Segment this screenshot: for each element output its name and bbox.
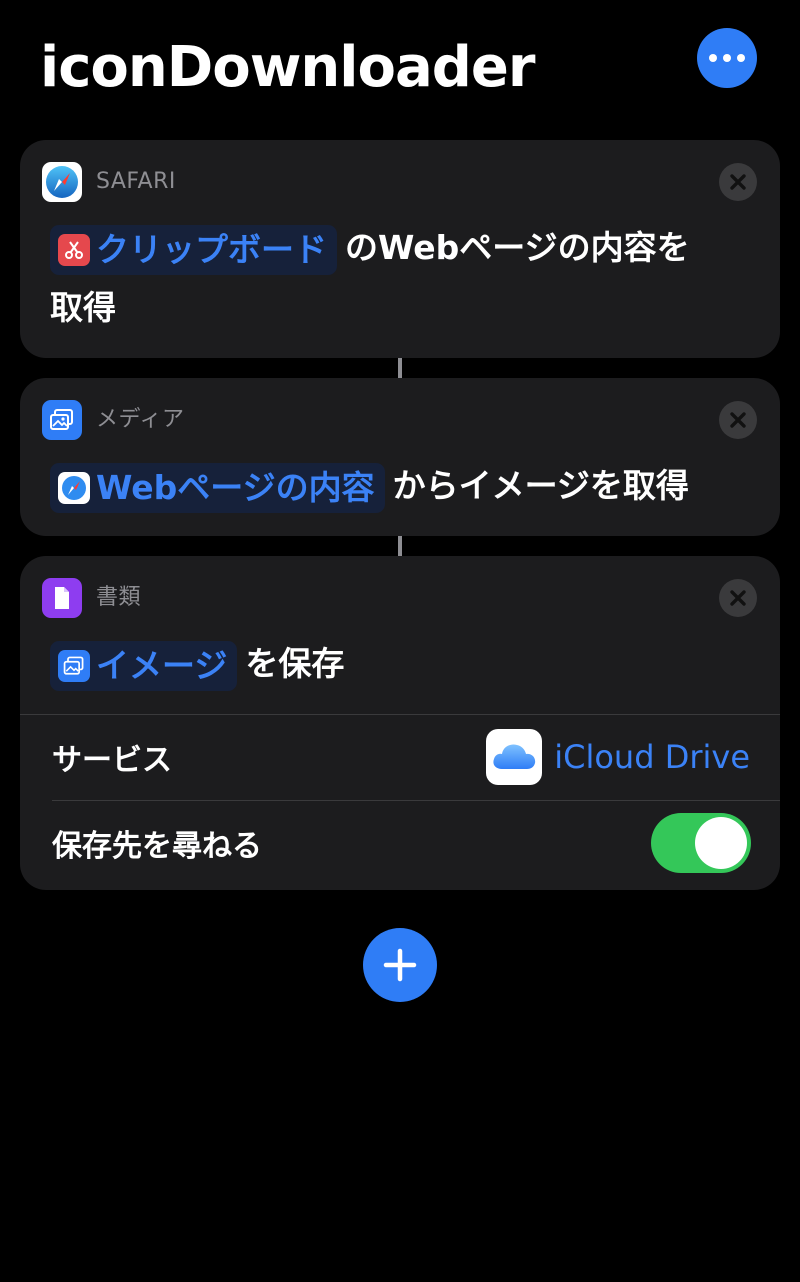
icloud-icon [486,729,543,785]
close-button[interactable] [719,163,757,201]
action-card-documents[interactable]: 書類 イメージ を保存 サービス iCloud Drive 保存先を尋ねる [20,556,780,890]
service-row[interactable]: サービス iCloud Drive [20,714,780,800]
token-label: クリップボード [96,229,327,269]
shortcut-editor: iconDownloader SAFARI クリップボード のWebページの内容… [0,0,800,1282]
service-picker[interactable]: iCloud Drive [486,729,750,785]
close-icon [730,174,746,190]
variable-token-web-content[interactable]: Webページの内容 [50,462,385,513]
variable-token-image[interactable]: イメージ [50,640,238,691]
safari-compass-icon [58,471,90,504]
ellipsis-icon [723,54,731,62]
header: iconDownloader [0,0,800,130]
plus-icon [383,948,417,982]
connector-line [398,358,402,378]
action-description: を保存 [245,644,345,683]
variable-token-clipboard[interactable]: クリップボード [50,224,337,275]
connector-line [398,536,402,556]
ellipsis-icon [737,54,745,62]
action-text: イメージ を保存 [50,634,752,694]
app-label: SAFARI [96,169,176,194]
document-icon [42,578,82,618]
action-text: Webページの内容 からイメージを取得 [50,456,752,516]
token-label: Webページの内容 [96,467,375,507]
scissors-icon [58,233,90,266]
token-label: イメージ [96,645,228,685]
photos-icon [42,400,82,440]
app-label: 書類 [96,585,142,610]
ask-destination-row: 保存先を尋ねる [20,800,780,886]
close-icon [730,590,746,606]
close-button[interactable] [719,579,757,617]
safari-compass-icon [42,162,82,202]
action-text: クリップボード のWebページの内容を 取得 [50,218,752,338]
service-value: iCloud Drive [554,738,750,776]
close-icon [730,412,746,428]
ask-destination-toggle[interactable] [651,813,751,873]
more-options-button[interactable] [697,28,757,88]
action-description: からイメージを取得 [392,466,689,505]
ellipsis-icon [709,54,717,62]
action-description: のWebページの内容を [345,228,690,267]
action-card-safari[interactable]: SAFARI クリップボード のWebページの内容を 取得 [20,140,780,358]
app-label: メディア [96,407,185,432]
close-button[interactable] [719,401,757,439]
service-label: サービス [52,743,172,778]
toggle-knob [695,817,747,869]
photos-icon [58,649,90,682]
action-description-line2: 取得 [50,288,116,327]
action-card-media[interactable]: メディア Webページの内容 からイメージを取得 [20,378,780,536]
add-action-button[interactable] [363,928,437,1002]
page-title: iconDownloader [40,35,535,100]
ask-destination-label: 保存先を尋ねる [52,829,262,864]
